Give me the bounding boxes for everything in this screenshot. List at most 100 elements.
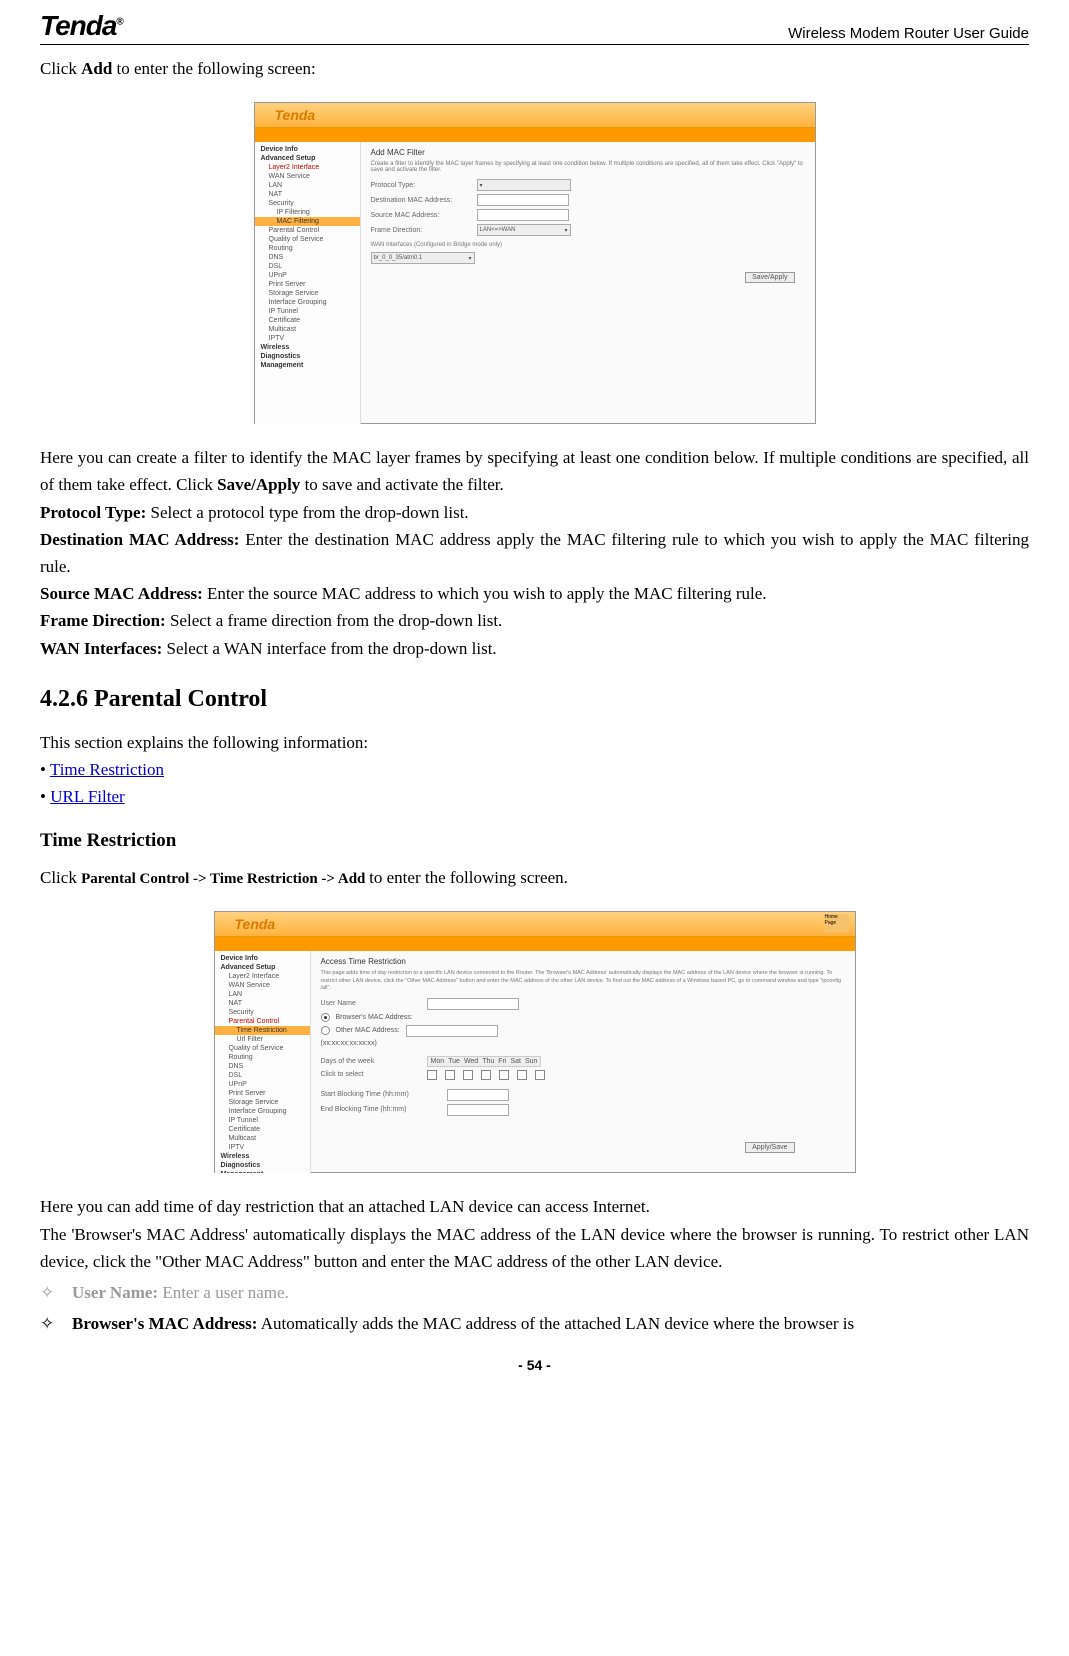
- checkbox-day[interactable]: [481, 1070, 491, 1080]
- para-smac: Source MAC Address: Enter the source MAC…: [40, 580, 1029, 607]
- label-days: Days of the week: [321, 1058, 421, 1065]
- link-time-restriction[interactable]: Time Restriction: [50, 760, 164, 779]
- ss1-sidebar: Device Info Advanced Setup Layer2 Interf…: [255, 142, 361, 424]
- sidebar-item[interactable]: UPnP: [255, 271, 360, 280]
- sidebar-item[interactable]: Print Server: [215, 1089, 310, 1098]
- sidebar-item[interactable]: UPnP: [215, 1080, 310, 1089]
- sidebar-item[interactable]: DSL: [215, 1071, 310, 1080]
- sidebar-item[interactable]: Interface Grouping: [255, 298, 360, 307]
- para-dmac: Destination MAC Address: Enter the desti…: [40, 526, 1029, 580]
- page-header: Tenda® Wireless Modem Router User Guide: [40, 0, 1029, 45]
- sidebar-item[interactable]: NAT: [215, 999, 310, 1008]
- sidebar-item[interactable]: DSL: [255, 262, 360, 271]
- sidebar-item[interactable]: Diagnostics: [255, 352, 360, 361]
- sidebar-item-active[interactable]: MAC Filtering: [255, 217, 360, 226]
- sidebar-item[interactable]: Management: [255, 361, 360, 370]
- sidebar-item[interactable]: Certificate: [215, 1125, 310, 1134]
- sidebar-item[interactable]: Advanced Setup: [255, 154, 360, 163]
- intro-line: Click Add to enter the following screen:: [40, 55, 1029, 82]
- sidebar-item[interactable]: Device Info: [215, 954, 310, 963]
- input-smac[interactable]: [477, 209, 569, 221]
- label-browser-mac: Browser's MAC Address:: [336, 1014, 413, 1021]
- sidebar-item[interactable]: IPTV: [215, 1143, 310, 1152]
- sidebar-item[interactable]: Management: [215, 1170, 310, 1173]
- sidebar-item[interactable]: NAT: [255, 190, 360, 199]
- ss1-heading: Add MAC Filter: [371, 148, 805, 157]
- checkbox-day[interactable]: [445, 1070, 455, 1080]
- apply-save-button[interactable]: Apply/Save: [745, 1142, 794, 1153]
- sidebar-item[interactable]: Parental Control: [215, 1017, 310, 1026]
- sidebar-item[interactable]: Quality of Service: [255, 235, 360, 244]
- sidebar-item[interactable]: DNS: [215, 1062, 310, 1071]
- sidebar-item-active[interactable]: Time Restriction: [215, 1026, 310, 1035]
- para2-p2: The 'Browser's MAC Address' automaticall…: [40, 1221, 1029, 1275]
- sidebar-item[interactable]: Storage Service: [255, 289, 360, 298]
- sidebar-item[interactable]: Security: [255, 199, 360, 208]
- sidebar-item[interactable]: Multicast: [255, 325, 360, 334]
- sidebar-item[interactable]: Wireless: [215, 1152, 310, 1161]
- input-username[interactable]: [427, 998, 519, 1010]
- sidebar-item[interactable]: IP Tunnel: [215, 1116, 310, 1125]
- ss1-desc: Create a filter to identify the MAC laye…: [371, 161, 805, 173]
- sidebar-item[interactable]: Storage Service: [215, 1098, 310, 1107]
- radio-browser-mac[interactable]: [321, 1013, 330, 1022]
- link-url-filter[interactable]: URL Filter: [50, 787, 124, 806]
- sidebar-item[interactable]: Quality of Service: [215, 1044, 310, 1053]
- ss1-topbar: Tenda: [255, 103, 815, 128]
- timeres-intro: Click Parental Control -> Time Restricti…: [40, 864, 1029, 891]
- select-dir[interactable]: LAN<=>WAN: [477, 224, 571, 236]
- select-wan[interactable]: br_0_0_35/atm0.1: [371, 252, 475, 264]
- sidebar-item[interactable]: Wireless: [255, 343, 360, 352]
- sidebar-item[interactable]: Security: [215, 1008, 310, 1017]
- label-dir: Frame Direction:: [371, 227, 471, 234]
- label-start-time: Start Blocking Time (hh:mm): [321, 1091, 441, 1098]
- checkbox-day[interactable]: [499, 1070, 509, 1080]
- select-protocol[interactable]: [477, 179, 571, 191]
- ss2-desc: This page adds time of day restriction t…: [321, 970, 845, 991]
- sidebar-item[interactable]: IP Tunnel: [255, 307, 360, 316]
- sidebar-item[interactable]: WAN Service: [215, 981, 310, 990]
- sidebar-item[interactable]: Parental Control: [255, 226, 360, 235]
- radio-other-mac[interactable]: [321, 1026, 330, 1035]
- input-start-time[interactable]: [447, 1089, 509, 1101]
- sidebar-item[interactable]: DNS: [255, 253, 360, 262]
- sidebar-item[interactable]: WAN Service: [255, 172, 360, 181]
- input-other-mac[interactable]: [406, 1025, 498, 1037]
- screenshot-time-restriction: Tenda Home Page Device Info Advanced Set…: [214, 911, 856, 1173]
- sidebar-item[interactable]: Routing: [215, 1053, 310, 1062]
- label-wan-interfaces: WAN Interfaces (Configured in Bridge mod…: [371, 242, 805, 248]
- home-page-button[interactable]: Home Page: [825, 914, 849, 932]
- list-username: ✧ User Name: Enter a user name.: [40, 1279, 1029, 1306]
- input-dmac[interactable]: [477, 194, 569, 206]
- sidebar-item[interactable]: Routing: [255, 244, 360, 253]
- sidebar-item[interactable]: LAN: [255, 181, 360, 190]
- save-apply-button[interactable]: Save/Apply: [745, 272, 794, 283]
- doc-title: Wireless Modem Router User Guide: [788, 25, 1029, 42]
- checkbox-day[interactable]: [535, 1070, 545, 1080]
- sidebar-item[interactable]: Print Server: [255, 280, 360, 289]
- sidebar-item[interactable]: Layer2 Interface: [255, 163, 360, 172]
- sidebar-item[interactable]: LAN: [215, 990, 310, 999]
- sidebar-item[interactable]: Interface Grouping: [215, 1107, 310, 1116]
- sidebar-item[interactable]: Certificate: [255, 316, 360, 325]
- bullet-time-restriction: • Time Restriction: [40, 756, 1029, 783]
- sidebar-item[interactable]: Url Filter: [215, 1035, 310, 1044]
- ss2-sidebar: Device Info Advanced Setup Layer2 Interf…: [215, 951, 311, 1173]
- screenshot-mac-filter: Tenda Device Info Advanced Setup Layer2 …: [254, 102, 816, 424]
- input-end-time[interactable]: [447, 1104, 509, 1116]
- checkbox-day[interactable]: [427, 1070, 437, 1080]
- sidebar-item[interactable]: Diagnostics: [215, 1161, 310, 1170]
- para-wan: WAN Interfaces: Select a WAN interface f…: [40, 635, 1029, 662]
- bullet-url-filter: • URL Filter: [40, 783, 1029, 810]
- sidebar-item[interactable]: Advanced Setup: [215, 963, 310, 972]
- checkbox-day[interactable]: [463, 1070, 473, 1080]
- sidebar-item[interactable]: IPTV: [255, 334, 360, 343]
- sidebar-item[interactable]: Multicast: [215, 1134, 310, 1143]
- sec426-intro: This section explains the following info…: [40, 729, 1029, 756]
- ss1-orangebar: [255, 128, 815, 142]
- checkbox-day[interactable]: [517, 1070, 527, 1080]
- sidebar-item[interactable]: Layer2 Interface: [215, 972, 310, 981]
- label-other-mac: Other MAC Address:: [336, 1027, 400, 1034]
- sidebar-item[interactable]: IP Filtering: [255, 208, 360, 217]
- sidebar-item[interactable]: Device Info: [255, 145, 360, 154]
